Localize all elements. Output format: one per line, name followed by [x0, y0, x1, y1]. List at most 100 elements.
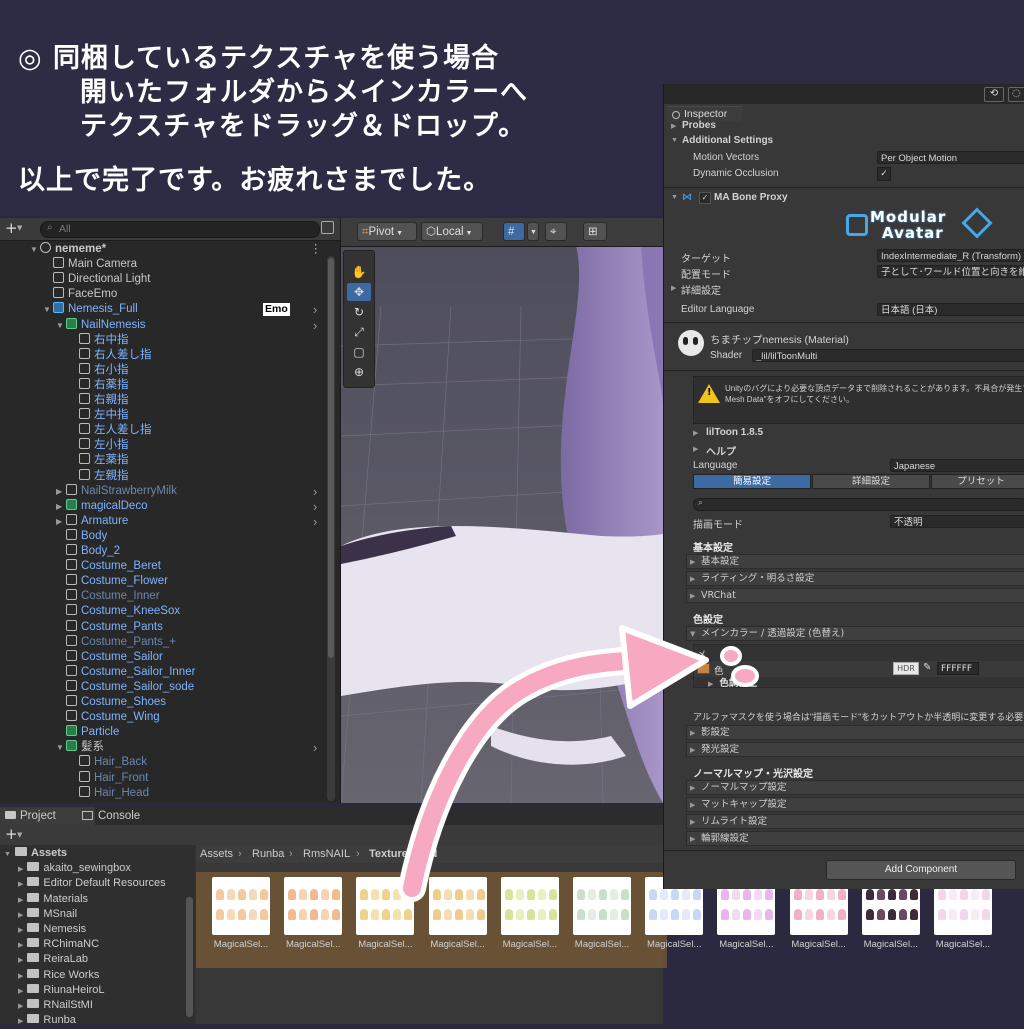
- section-vrchat[interactable]: VRChat: [686, 588, 1024, 603]
- chevron-down-icon[interactable]: ▼: [17, 831, 22, 839]
- texture-thumbnail[interactable]: [212, 877, 270, 935]
- hierarchy-item[interactable]: Main Camera: [43, 257, 330, 272]
- chevron-down-icon[interactable]: ▼: [4, 851, 11, 858]
- add-component-button[interactable]: Add Component: [826, 860, 1016, 880]
- hierarchy-item[interactable]: ▶ NailStrawberryMilk ›: [56, 483, 330, 499]
- chevron-right-icon[interactable]: ▶: [56, 484, 66, 499]
- probes-row[interactable]: ▶ Probes: [664, 120, 1024, 132]
- hierarchy-item[interactable]: Costume_Beret: [56, 559, 330, 574]
- section-matcap[interactable]: マットキャップ設定: [686, 797, 1024, 812]
- chevron-down-icon[interactable]: ▼: [56, 740, 66, 755]
- breadcrumb-runba[interactable]: Runba: [252, 845, 284, 863]
- hierarchy-item[interactable]: Costume_KneeSox: [56, 604, 330, 619]
- project-folder-item[interactable]: ▶ RChimaNC: [18, 937, 99, 952]
- project-folder-item[interactable]: ▶ Nemesis: [18, 922, 86, 937]
- hierarchy-item[interactable]: Hair_Front: [69, 770, 330, 786]
- chevron-right-icon[interactable]: ▶: [18, 866, 23, 873]
- move-tool-icon[interactable]: ✥: [347, 283, 371, 301]
- search-options-icon[interactable]: [321, 221, 334, 234]
- hierarchy-item[interactable]: Costume_Flower: [56, 574, 330, 589]
- texture-thumbnail[interactable]: [356, 877, 415, 935]
- hierarchy-item[interactable]: 右小指: [69, 362, 330, 378]
- chevron-down-icon[interactable]: ▼: [17, 224, 22, 232]
- increment-snap-toggle[interactable]: ⊞: [583, 222, 607, 241]
- motion-vectors-select[interactable]: Per Object Motion: [877, 151, 1024, 164]
- hand-tool-icon[interactable]: ✋: [347, 263, 371, 281]
- chevron-right-icon[interactable]: ▶: [18, 927, 23, 934]
- project-folder-item[interactable]: ▶ RiunaHeiroL: [18, 983, 105, 998]
- ma-bone-proxy-header[interactable]: ▼ ⋈ ✓ MA Bone Proxy: [664, 191, 1024, 205]
- project-folder-item[interactable]: ▶ ReiraLab: [18, 952, 88, 967]
- hierarchy-item[interactable]: 右薬指: [69, 377, 330, 393]
- hierarchy-item[interactable]: 左人差し指: [69, 423, 330, 438]
- hierarchy-item[interactable]: 左親指: [69, 468, 330, 484]
- grid-options[interactable]: ▼: [527, 222, 539, 241]
- eyedropper-icon[interactable]: ✎: [923, 662, 931, 673]
- project-folder-item[interactable]: ▼ Assets: [4, 846, 67, 861]
- texture-thumbnail[interactable]: [500, 877, 559, 935]
- project-folder-item[interactable]: ▶ Runba: [18, 1013, 76, 1028]
- hierarchy-item[interactable]: 右人差し指: [69, 347, 330, 363]
- section-emission[interactable]: 発光設定: [686, 742, 1024, 757]
- hierarchy-item[interactable]: Costume_Sailor_Inner: [56, 664, 330, 680]
- section-lighting[interactable]: ライティング・明るさ設定: [686, 571, 1024, 586]
- project-folder-item[interactable]: ▶ Editor Default Resources: [18, 876, 166, 891]
- hierarchy-add-button[interactable]: +: [5, 219, 18, 237]
- project-folder-item[interactable]: ▶ Rice Works: [18, 968, 99, 983]
- language-select[interactable]: Japanese: [890, 459, 1024, 472]
- chevron-right-icon[interactable]: ›: [313, 740, 317, 755]
- chevron-right-icon[interactable]: ▶: [18, 973, 23, 980]
- hierarchy-item[interactable]: Body: [56, 528, 330, 544]
- hierarchy-item[interactable]: Directional Light: [43, 272, 330, 287]
- tab-advanced-settings[interactable]: 詳細設定: [812, 474, 930, 489]
- section-basic[interactable]: 基本設定: [686, 554, 1024, 569]
- scene-view[interactable]: ⌗Pivot ▼ ⬡Local ▼ # ▼ ⌖ ⊞ ✋ ✥ ↻ ⤢ ▢ ⊕: [341, 218, 663, 803]
- target-field[interactable]: IndexIntermediate_R (Transform): [877, 249, 1024, 262]
- rect-tool-icon[interactable]: ▢: [347, 343, 371, 361]
- pivot-toggle[interactable]: ⌗Pivot ▼: [357, 222, 417, 241]
- hierarchy-item[interactable]: ▶ Armature ›: [56, 513, 330, 529]
- scale-tool-icon[interactable]: ⤢: [347, 323, 371, 341]
- project-folder-item[interactable]: ▶ MSnail: [18, 907, 77, 922]
- hierarchy-item[interactable]: 左小指: [69, 438, 330, 453]
- hierarchy-item[interactable]: Body_2: [56, 544, 330, 559]
- hierarchy-item[interactable]: 左薬指: [69, 453, 330, 468]
- liltoon-version-row[interactable]: ▶ lilToon 1.8.5: [664, 427, 1024, 439]
- texture-thumbnail[interactable]: [573, 877, 631, 935]
- chevron-right-icon[interactable]: ▶: [56, 514, 66, 529]
- section-normal-map[interactable]: ノーマルマップ設定: [686, 780, 1024, 795]
- hierarchy-item[interactable]: 右親指: [69, 393, 330, 408]
- additional-settings-row[interactable]: ▼ Additional Settings: [664, 135, 1024, 147]
- hdr-button[interactable]: HDR: [893, 662, 919, 675]
- chevron-right-icon[interactable]: ▶: [18, 881, 23, 888]
- hierarchy-item[interactable]: ▼ nememe* ⋮: [30, 242, 330, 257]
- breadcrumb-assets[interactable]: Assets: [200, 845, 233, 863]
- hierarchy-item[interactable]: 右中指: [69, 332, 330, 348]
- hierarchy-item[interactable]: ▼ 髪系 ›: [56, 740, 330, 755]
- section-rimlight[interactable]: リムライト設定: [686, 814, 1024, 829]
- editor-language-select[interactable]: 日本語 (日本): [877, 303, 1024, 316]
- hierarchy-item[interactable]: ▼ NailNemesis ›: [56, 317, 330, 333]
- rotate-tool-icon[interactable]: ↻: [347, 303, 371, 321]
- tab-presets[interactable]: プリセット: [931, 474, 1024, 489]
- local-toggle[interactable]: ⬡Local ▼: [421, 222, 483, 241]
- lock-icon[interactable]: ◌: [1008, 87, 1024, 102]
- section-shadow[interactable]: 影設定: [686, 725, 1024, 740]
- texture-slot-icon[interactable]: [697, 663, 710, 674]
- hierarchy-scrollbar-thumb[interactable]: [328, 258, 334, 658]
- grid-toggle[interactable]: #: [503, 222, 525, 241]
- hex-field[interactable]: FFFFFF: [937, 662, 979, 675]
- chevron-right-icon[interactable]: ›: [313, 302, 317, 317]
- hierarchy-item[interactable]: Costume_Shoes: [56, 695, 330, 710]
- chevron-right-icon[interactable]: ▶: [18, 957, 23, 964]
- hierarchy-item[interactable]: Costume_Inner: [56, 589, 330, 604]
- tab-console[interactable]: Console: [78, 807, 168, 825]
- project-folder-item[interactable]: ▶ Materials: [18, 892, 88, 907]
- chevron-right-icon[interactable]: ›: [313, 318, 317, 333]
- chevron-right-icon[interactable]: ▶: [18, 942, 23, 949]
- snap-toggle[interactable]: ⌖: [545, 222, 567, 241]
- chevron-right-icon[interactable]: ▶: [18, 912, 23, 919]
- chevron-down-icon[interactable]: ▼: [30, 242, 40, 257]
- chevron-right-icon[interactable]: ▶: [18, 1003, 23, 1010]
- dynamic-occlusion-checkbox[interactable]: ✓: [877, 167, 891, 181]
